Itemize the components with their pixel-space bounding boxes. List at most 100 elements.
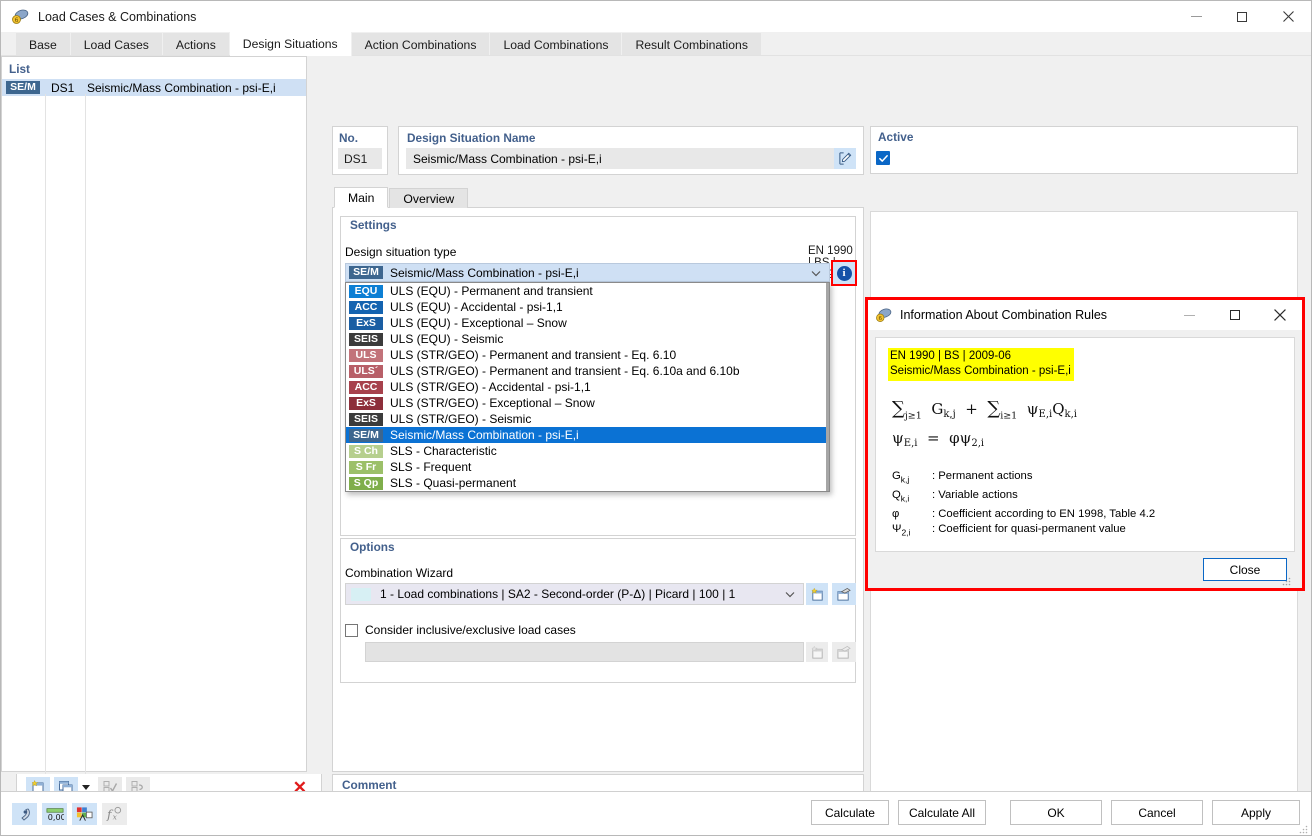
- formula-icon: f x: [102, 803, 127, 825]
- info-button-highlight: i: [831, 260, 857, 286]
- tab-main[interactable]: Main: [334, 187, 389, 208]
- tab-action-combinations[interactable]: Action Combinations: [351, 33, 491, 56]
- tab-result-combinations[interactable]: Result Combinations: [622, 33, 762, 56]
- apply-button[interactable]: Apply: [1212, 800, 1300, 825]
- dropdown-option-label: ULS (EQU) - Seismic: [390, 332, 504, 346]
- search-info-icon[interactable]: [12, 803, 37, 825]
- info-button[interactable]: i: [833, 262, 855, 284]
- chevron-down-icon[interactable]: [82, 784, 90, 790]
- list-item[interactable]: SE/M DS1 Seismic/Mass Combination - psi-…: [2, 79, 306, 96]
- legend-row: Qk,i : Variable actions: [892, 488, 1282, 507]
- list-item-no: DS1: [51, 80, 75, 95]
- design-situation-name-input[interactable]: Seismic/Mass Combination - psi-E,i: [406, 148, 834, 169]
- dropdown-option[interactable]: EQU ULS (EQU) - Permanent and transient: [346, 283, 829, 299]
- legend-symbol: Qk,i: [892, 488, 910, 504]
- dropdown-option[interactable]: S Ch SLS - Characteristic: [346, 443, 829, 459]
- legend-symbol: Gk,j: [892, 470, 910, 485]
- status-badge: S Qp: [349, 476, 383, 490]
- dropdown-option[interactable]: S Qp SLS - Quasi-permanent: [346, 475, 829, 491]
- tab-load-combinations[interactable]: Load Combinations: [490, 33, 623, 56]
- calculate-all-button[interactable]: Calculate All: [897, 800, 986, 825]
- new-item-icon[interactable]: [806, 583, 828, 605]
- status-badge: S Fr: [349, 460, 383, 474]
- design-situation-type-combo[interactable]: SE/M Seismic/Mass Combination - psi-E,i: [345, 263, 830, 282]
- dropdown-option-label: SLS - Quasi-permanent: [390, 476, 517, 490]
- info-icon: i: [836, 265, 852, 281]
- dropdown-option-label: ULS (EQU) - Exceptional – Snow: [390, 316, 567, 330]
- tab-design-situations[interactable]: Design Situations: [229, 32, 352, 56]
- design-situation-type-dropdown-list[interactable]: EQU ULS (EQU) - Permanent and transient AC…: [345, 282, 830, 492]
- dropdown-option[interactable]: ULS´ ULS (STR/GEO) - Permanent and transi…: [346, 363, 829, 379]
- dropdown-option[interactable]: ULS ULS (STR/GEO) - Permanent and transie…: [346, 347, 829, 363]
- active-checkbox[interactable]: [876, 151, 890, 165]
- combination-wizard-value: 1 - Load combinations | SA2 - Second-ord…: [380, 587, 736, 601]
- dropdown-option[interactable]: ACC ULS (STR/GEO) - Accidental - psi-1,1: [346, 379, 829, 395]
- tab-actions[interactable]: Actions: [162, 33, 230, 56]
- svg-text:6: 6: [878, 316, 882, 322]
- status-badge: S Ch: [349, 444, 383, 458]
- status-badge: SE/M: [349, 428, 383, 442]
- dropdown-option[interactable]: ExS ULS (EQU) - Exceptional – Snow: [346, 315, 829, 331]
- status-badge: ACC: [349, 380, 383, 394]
- dropdown-option-label: ULS (EQU) - Permanent and transient: [390, 284, 593, 298]
- close-dialog-button[interactable]: Close: [1203, 558, 1287, 582]
- formula-line-2: ψE,i = φψ2,i: [892, 429, 985, 450]
- edit-icon[interactable]: [834, 148, 856, 169]
- cancel-button[interactable]: Cancel: [1111, 800, 1203, 825]
- list-panel: List SE/M DS1 Seismic/Mass Combination -…: [1, 56, 307, 835]
- edit-item-icon[interactable]: [832, 583, 856, 605]
- combination-wizard-dropdown[interactable]: 1 - Load combinations | SA2 - Second-ord…: [345, 583, 804, 605]
- chevron-down-icon[interactable]: [811, 268, 821, 277]
- svg-text:x: x: [113, 813, 118, 822]
- resize-grip-icon[interactable]: [1281, 575, 1291, 586]
- combination-wizard-label: Combination Wizard: [345, 566, 454, 580]
- dropdown-scrollbar[interactable]: [826, 283, 829, 491]
- close-button[interactable]: [1265, 1, 1311, 32]
- dialog-titlebar: 6 Information About Combination Rules: [868, 300, 1302, 330]
- ok-button[interactable]: OK: [1010, 800, 1102, 825]
- tab-base[interactable]: Base: [16, 33, 71, 56]
- legend-row: Gk,j : Permanent actions: [892, 469, 1282, 488]
- dropdown-option-label: ULS (STR/GEO) - Accidental - psi-1,1: [390, 380, 591, 394]
- dialog-content: EN 1990 | BS | 2009-06 Seismic/Mass Comb…: [875, 337, 1295, 552]
- number-label: No.: [339, 131, 359, 145]
- tab-overview[interactable]: Overview: [389, 188, 469, 208]
- svg-text:6: 6: [15, 17, 19, 24]
- window-title: Load Cases & Combinations: [38, 9, 197, 24]
- number-value: DS1: [338, 148, 382, 169]
- status-badge: ACC: [349, 300, 383, 314]
- highlight-line-2: Seismic/Mass Combination - psi-E,i: [890, 365, 1071, 377]
- dropdown-option[interactable]: ExS ULS (STR/GEO) - Exceptional – Snow: [346, 395, 829, 411]
- inclusive-exclusive-field: [365, 642, 804, 662]
- dropdown-option-label: ULS (STR/GEO) - Permanent and transient …: [390, 364, 740, 378]
- status-badge: SEIS: [349, 332, 383, 346]
- calculate-button[interactable]: Calculate: [810, 800, 889, 825]
- settings-group-label: Settings: [346, 218, 401, 232]
- dialog-minimize-button[interactable]: [1167, 300, 1212, 330]
- dropdown-option[interactable]: SEIS ULS (STR/GEO) - Seismic: [346, 411, 829, 427]
- status-badge: SE/M: [349, 266, 383, 279]
- main-tabstrip: Base Load Cases Actions Design Situation…: [1, 32, 1311, 56]
- numeric-format-icon[interactable]: 0,00: [42, 803, 67, 825]
- dialog-close-button[interactable]: [1257, 300, 1302, 330]
- checkmark-icon: [878, 154, 888, 162]
- list-column-divider-2: [85, 94, 86, 835]
- dialog-maximize-button[interactable]: [1212, 300, 1257, 330]
- dropdown-option[interactable]: ACC ULS (EQU) - Accidental - psi-1,1: [346, 299, 829, 315]
- chevron-down-icon[interactable]: [785, 590, 795, 599]
- dialog-title: Information About Combination Rules: [900, 308, 1108, 322]
- resize-grip-icon[interactable]: [1298, 823, 1308, 834]
- consider-inclusive-exclusive-checkbox[interactable]: Consider inclusive/exclusive load cases: [345, 623, 576, 637]
- dropdown-option[interactable]: SEIS ULS (EQU) - Seismic: [346, 331, 829, 347]
- tab-load-cases[interactable]: Load Cases: [70, 33, 163, 56]
- load-cases-combinations-window: 6 Load Cases & Combinations Base Load Ca…: [0, 0, 1312, 836]
- maximize-button[interactable]: [1219, 1, 1265, 32]
- minimize-button[interactable]: [1173, 1, 1219, 32]
- status-badge: EQU: [349, 284, 383, 298]
- dropdown-option[interactable]: SE/M Seismic/Mass Combination - psi-E,i: [346, 427, 829, 443]
- status-badge: ULS: [349, 348, 383, 362]
- color-legend-icon[interactable]: [72, 803, 97, 825]
- dropdown-option-label: SLS - Characteristic: [390, 444, 497, 458]
- dropdown-option[interactable]: S Fr SLS - Frequent: [346, 459, 829, 475]
- dropdown-option-label: ULS (STR/GEO) - Seismic: [390, 412, 532, 426]
